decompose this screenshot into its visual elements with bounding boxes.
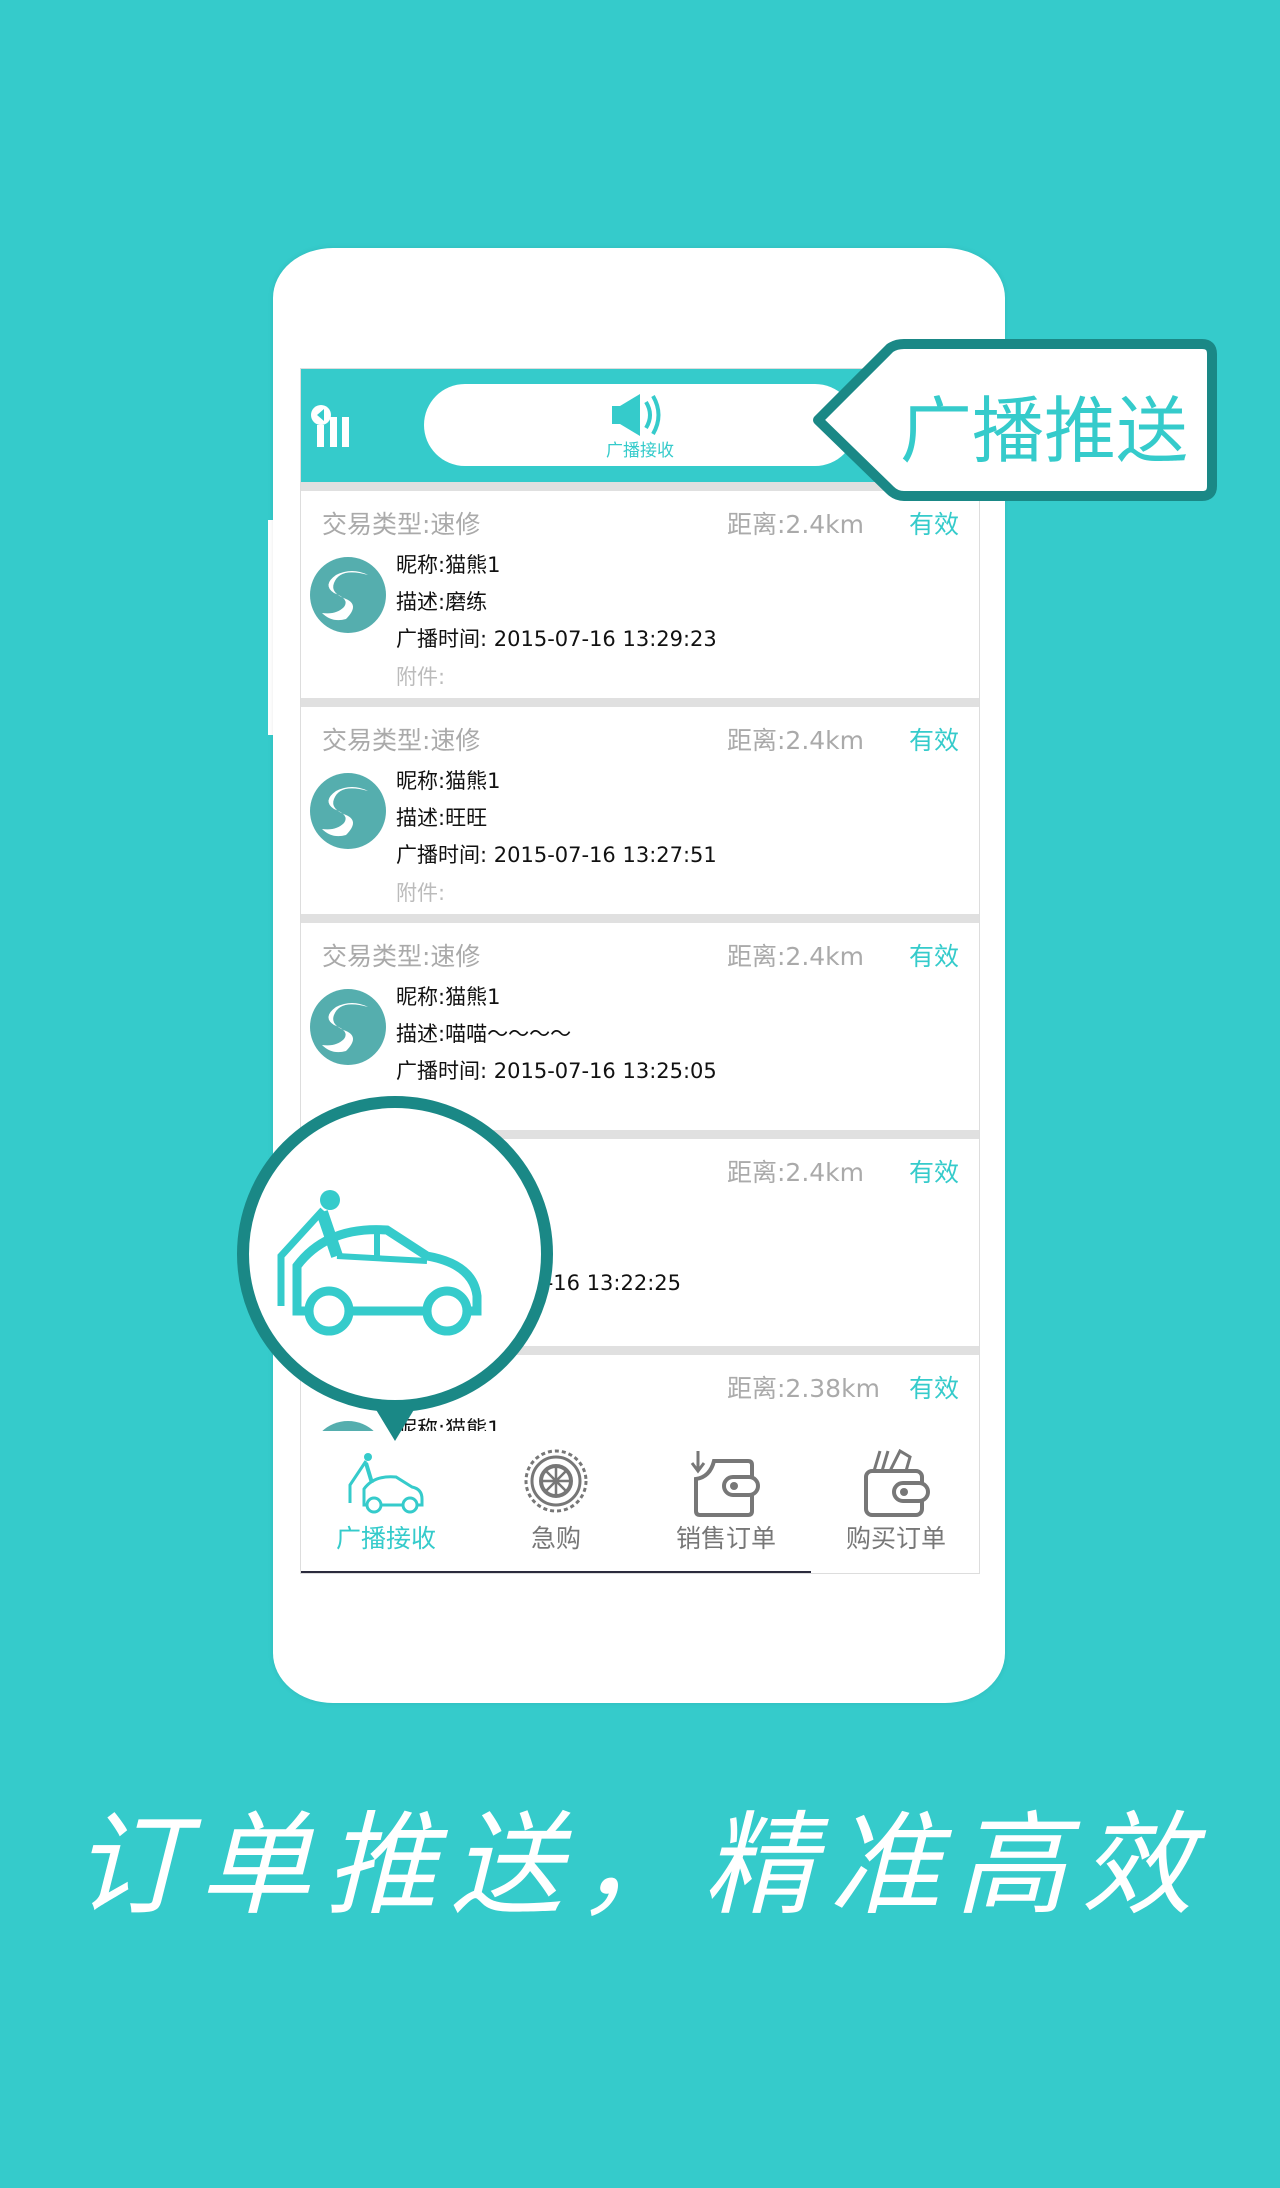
- tab-indicator: [301, 1571, 811, 1573]
- distance: 距离:2.4km: [727, 510, 865, 539]
- trade-type: 交易类型:速修: [322, 510, 481, 539]
- status-badge: 有效: [909, 726, 960, 755]
- tab-urgent-buy[interactable]: 急购: [471, 1431, 641, 1571]
- distance: 距离:2.38km: [727, 1374, 880, 1403]
- nickname: 昵称:猫熊1: [396, 553, 501, 577]
- list-item[interactable]: 交易类型:速修 距离:2.4km 有效昵称:猫熊1 描述:磨练广播时间: 2015-0…: [301, 482, 979, 698]
- trade-type: 交易类型:速修: [322, 726, 481, 755]
- broadcast-time: 广播时间: 2015-07-16 13:27:51: [396, 843, 717, 867]
- speaker-icon: [612, 394, 661, 436]
- broadcast-time: 广播时间: 2015-07-16 13:25:05: [396, 1059, 717, 1083]
- description: 描述:磨练: [396, 590, 488, 614]
- attachment: 附件:: [396, 665, 446, 689]
- nickname: 昵称:猫熊1: [396, 985, 501, 1009]
- feature-bubble: [237, 1096, 553, 1441]
- tab-label: 急购: [530, 1524, 581, 1553]
- status-badge: 有效: [909, 1374, 960, 1403]
- signal-menu-icon[interactable]: [309, 403, 357, 449]
- tab-broadcast-receive[interactable]: 广播接收: [301, 1431, 471, 1571]
- bottom-tab-bar: 广播接收 急购 销售订单 购买订单: [301, 1431, 979, 1573]
- avatar: [310, 773, 386, 849]
- tab-label: 销售订单: [675, 1524, 776, 1553]
- wallet-cash-icon: [864, 1449, 930, 1517]
- trade-type: 交易类型:速修: [322, 942, 481, 971]
- description: 描述:喵喵～～～～: [396, 1022, 572, 1046]
- pill-label: 广播接收: [606, 441, 674, 461]
- wallet-download-icon: [690, 1451, 760, 1517]
- distance: 距离:2.4km: [727, 726, 865, 755]
- tab-label: 购买订单: [845, 1524, 946, 1553]
- tire-icon: [524, 1449, 588, 1513]
- nickname: 昵称:猫熊1: [396, 769, 501, 793]
- attachment: 附件:: [396, 881, 446, 905]
- list-item[interactable]: 交易类型:速修 距离:2.4km 有效昵称:猫熊1 描述:旺旺广播时间: 2015-0…: [301, 698, 979, 914]
- tab-sales-orders[interactable]: 销售订单: [641, 1431, 811, 1571]
- broadcast-receive-toggle[interactable]: 广播接收: [424, 384, 856, 466]
- distance: 距离:2.4km: [727, 1158, 865, 1187]
- car-repair-icon: [348, 1453, 424, 1514]
- slogan: 订单推送，精准高效: [73, 1801, 1207, 1931]
- status-badge: 有效: [909, 1158, 960, 1187]
- callout-text: 广播推送: [900, 389, 1189, 473]
- tab-purchase-orders[interactable]: 购买订单: [811, 1431, 979, 1571]
- description: 描述:旺旺: [396, 806, 488, 830]
- distance: 距离:2.4km: [727, 942, 865, 971]
- avatar: [310, 557, 386, 633]
- status-badge: 有效: [909, 510, 960, 539]
- avatar: [310, 989, 386, 1065]
- status-badge: 有效: [909, 942, 960, 971]
- tab-label: 广播接收: [335, 1524, 436, 1553]
- broadcast-time: 广播时间: 2015-07-16 13:29:23: [396, 627, 717, 651]
